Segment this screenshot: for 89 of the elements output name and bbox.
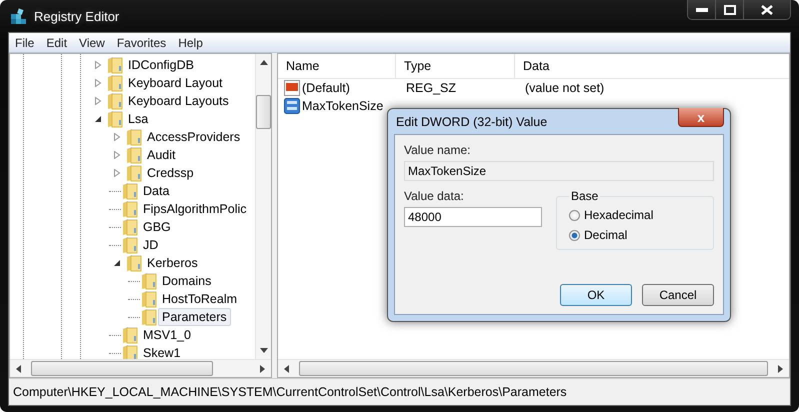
- folder-icon: [126, 128, 142, 146]
- expand-arrow-icon[interactable]: [94, 61, 102, 69]
- tree-item[interactable]: AccessProviders: [143, 128, 244, 146]
- scroll-left-icon[interactable]: [16, 364, 21, 372]
- folder-icon: [141, 308, 157, 326]
- minimize-button[interactable]: [688, 0, 716, 19]
- close-button[interactable]: x: [678, 108, 724, 127]
- table-cell-text: REG_SZ: [405, 81, 458, 95]
- string-value-icon: [284, 80, 300, 96]
- radio-button[interactable]: [569, 230, 580, 240]
- table-cell-text: (value not set): [524, 81, 606, 95]
- close-button[interactable]: [744, 0, 790, 19]
- value-name-field[interactable]: MaxTokenSize: [404, 161, 714, 181]
- tree-item[interactable]: HostToRealm: [158, 290, 242, 308]
- radio-label[interactable]: Decimal: [584, 228, 628, 242]
- expand-arrow-icon[interactable]: [94, 97, 102, 105]
- scroll-left-icon[interactable]: [284, 364, 289, 372]
- collapse-arrow-icon[interactable]: [94, 115, 102, 123]
- expand-arrow-icon[interactable]: [94, 79, 102, 87]
- menu-item[interactable]: Favorites: [112, 36, 174, 50]
- menu-item[interactable]: Help: [174, 36, 211, 50]
- tree-item[interactable]: GBG: [139, 218, 175, 236]
- folder-icon: [126, 146, 142, 164]
- binary-value-icon: [284, 98, 300, 114]
- tree-item[interactable]: Skew1: [139, 344, 185, 359]
- folder-icon: [126, 254, 142, 272]
- folder-icon: [107, 92, 123, 110]
- folder-icon: [141, 272, 157, 290]
- scrollbar[interactable]: [255, 54, 271, 359]
- scrollbar[interactable]: [278, 359, 789, 377]
- folder-icon: [122, 200, 138, 218]
- folder-icon: [107, 74, 123, 92]
- expand-arrow-icon[interactable]: [113, 169, 121, 177]
- field-label: Value data:: [404, 189, 465, 203]
- collapse-arrow-icon[interactable]: [113, 259, 121, 267]
- tree-item[interactable]: IDConfigDB: [124, 56, 198, 74]
- scroll-up-icon[interactable]: [260, 60, 268, 65]
- menu-item[interactable]: Edit: [42, 36, 76, 50]
- scroll-thumb[interactable]: [256, 95, 271, 129]
- menu-item[interactable]: View: [75, 36, 113, 50]
- status-path: Computer\HKEY_LOCAL_MACHINE\SYSTEM\CurrentControlSet\Control\Lsa\Kerberos\Parameters: [13, 385, 567, 399]
- tree-item[interactable]: Data: [139, 182, 174, 200]
- tree-item[interactable]: Parameters: [158, 308, 231, 326]
- folder-icon: [126, 164, 142, 182]
- column-header[interactable]: Type: [396, 54, 515, 78]
- minimize-icon: [696, 8, 708, 12]
- dialog-title: Edit DWORD (32-bit) Value: [396, 114, 548, 128]
- folder-icon: [122, 326, 138, 344]
- scroll-thumb[interactable]: [31, 361, 213, 376]
- expand-arrow-icon[interactable]: [113, 151, 121, 159]
- tree-item[interactable]: Kerberos: [143, 254, 202, 272]
- scroll-down-icon[interactable]: [260, 348, 268, 353]
- window-title: Registry Editor: [34, 8, 120, 24]
- field-label: Value name:: [404, 143, 472, 157]
- radio-label[interactable]: Hexadecimal: [584, 208, 654, 222]
- close-icon: [761, 4, 773, 14]
- maximize-icon: [724, 4, 736, 14]
- tree-item[interactable]: Keyboard Layouts: [124, 92, 233, 110]
- value-data-field[interactable]: 48000: [404, 207, 542, 227]
- folder-icon: [141, 290, 157, 308]
- folder-icon: [122, 182, 138, 200]
- scroll-thumb[interactable]: [299, 361, 768, 376]
- folder-icon: [107, 56, 123, 74]
- tree-item[interactable]: Keyboard Layout: [124, 74, 227, 92]
- registry-icon: [10, 7, 28, 25]
- folder-icon: [107, 110, 123, 128]
- folder-icon: [122, 236, 138, 254]
- maximize-button[interactable]: [716, 0, 744, 19]
- value-name: MaxTokenSize: [302, 99, 384, 113]
- tree-item[interactable]: Lsa: [124, 110, 152, 128]
- tree-item[interactable]: JD: [139, 236, 162, 254]
- tree-item[interactable]: MSV1_0: [139, 326, 195, 344]
- menu-item[interactable]: File: [11, 36, 42, 50]
- folder-icon: [122, 218, 138, 236]
- tree-item[interactable]: FipsAlgorithmPolic: [139, 200, 251, 218]
- tree-item[interactable]: Audit: [143, 146, 180, 164]
- expand-arrow-icon[interactable]: [113, 133, 121, 141]
- cancel-button[interactable]: Cancel: [642, 284, 714, 306]
- column-header[interactable]: Data: [515, 54, 789, 78]
- scroll-right-icon[interactable]: [260, 364, 265, 372]
- group-label: Base: [570, 189, 600, 203]
- radio-button[interactable]: [569, 210, 580, 220]
- ok-button[interactable]: OK: [560, 284, 632, 306]
- tree-item[interactable]: Domains: [158, 272, 216, 290]
- scrollbar[interactable]: [10, 359, 271, 377]
- value-name: (Default): [302, 81, 350, 95]
- tree-item[interactable]: Credssp: [143, 164, 198, 182]
- column-header[interactable]: Name: [278, 54, 396, 78]
- scroll-right-icon[interactable]: [778, 364, 783, 372]
